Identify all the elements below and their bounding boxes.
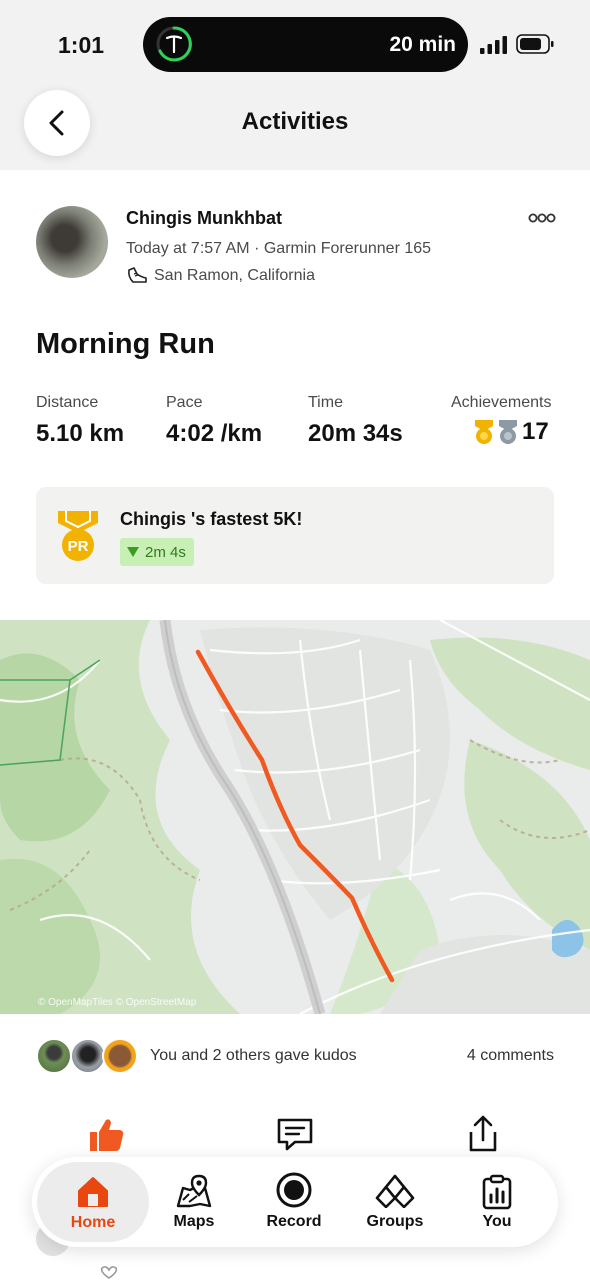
cellular-signal-icon [480,36,507,54]
kudos-avatar [36,1038,72,1074]
pr-achievement-card[interactable]: PR Chingis 's fastest 5K! 2m 4s [36,487,554,584]
gold-medal-icon [475,420,493,444]
kudos-text[interactable]: You and 2 others gave kudos [150,1047,357,1065]
comment-icon[interactable] [275,1114,315,1154]
tab-record-label: Record [266,1213,322,1230]
pr-title: Chingis 's fastest 5K! [120,509,303,529]
athlete-name[interactable]: Chingis Munkhbat [126,208,282,229]
pr-medal-icon: PR [58,511,98,561]
record-icon [276,1172,312,1208]
kudos-thumbs-up-icon[interactable] [86,1114,126,1154]
battery-icon [516,34,554,54]
heart-icon [100,1266,118,1279]
page-title: Activities [241,108,349,135]
achievements-count: 17 [522,418,549,445]
home-icon [78,1177,108,1207]
tab-you-label: You [482,1213,512,1230]
tab-home[interactable]: Home [37,1162,149,1242]
map-icon [176,1174,212,1208]
kudos-avatar [102,1038,138,1074]
pace-label: Pace [166,394,203,411]
activity-card: Chingis Munkhbat Today at 7:57 AM · Garm… [0,170,590,1280]
running-shoe-icon [128,267,147,283]
bottom-tab-bar: Home Maps Record Groups You [32,1157,558,1247]
groups-icon [375,1174,415,1208]
tab-groups-label: Groups [366,1213,424,1230]
achievements-label: Achievements [451,394,552,411]
map-attribution[interactable]: © OpenMapTiles © OpenStreetMap [38,997,196,1008]
achievements-value[interactable]: 17 [472,418,549,446]
tab-groups[interactable]: Groups [345,1157,445,1247]
location-text: San Ramon, California [154,267,315,284]
tab-maps-label: Maps [173,1213,215,1230]
kudos-avatar [70,1038,106,1074]
dynamic-island[interactable]: 20 min [143,17,468,72]
distance-value: 5.10 km [36,420,125,447]
kudos-row[interactable]: You and 2 others gave kudos 4 comments [36,1036,554,1076]
time-value: 20m 34s [308,420,403,447]
silver-medal-icon [499,420,517,444]
athlete-avatar[interactable] [36,206,108,278]
pr-delta-badge: 2m 4s [120,538,194,566]
comments-count[interactable]: 4 comments [467,1047,554,1065]
pace-value: 4:02 /km [166,420,263,447]
activity-meta: Today at 7:57 AM · Garmin Forerunner 165 [126,240,432,257]
time-label: Time [308,394,343,411]
tab-home-label: Home [70,1214,116,1231]
more-options-icon[interactable] [528,208,556,228]
triangle-down-icon [127,547,139,557]
activity-actions [0,1114,590,1154]
tab-you[interactable]: You [447,1157,547,1247]
route-map[interactable]: © OpenMapTiles © OpenStreetMap [0,620,590,1014]
tab-record[interactable]: Record [244,1157,344,1247]
status-bar: 1:01 20 min [0,0,590,90]
tesla-charging-icon [156,26,192,62]
you-icon [482,1174,512,1210]
map-canvas [0,620,590,1014]
share-icon[interactable] [463,1114,503,1154]
island-timer: 20 min [389,33,456,56]
pr-badge-text: PR [68,538,89,555]
distance-label: Distance [36,394,99,411]
top-header: Activities [0,90,590,170]
tab-maps[interactable]: Maps [144,1157,244,1247]
pr-delta-text: 2m 4s [145,543,186,561]
location-row: San Ramon, California [126,266,315,286]
activity-title[interactable]: Morning Run [36,328,215,361]
status-time: 1:01 [58,32,105,58]
